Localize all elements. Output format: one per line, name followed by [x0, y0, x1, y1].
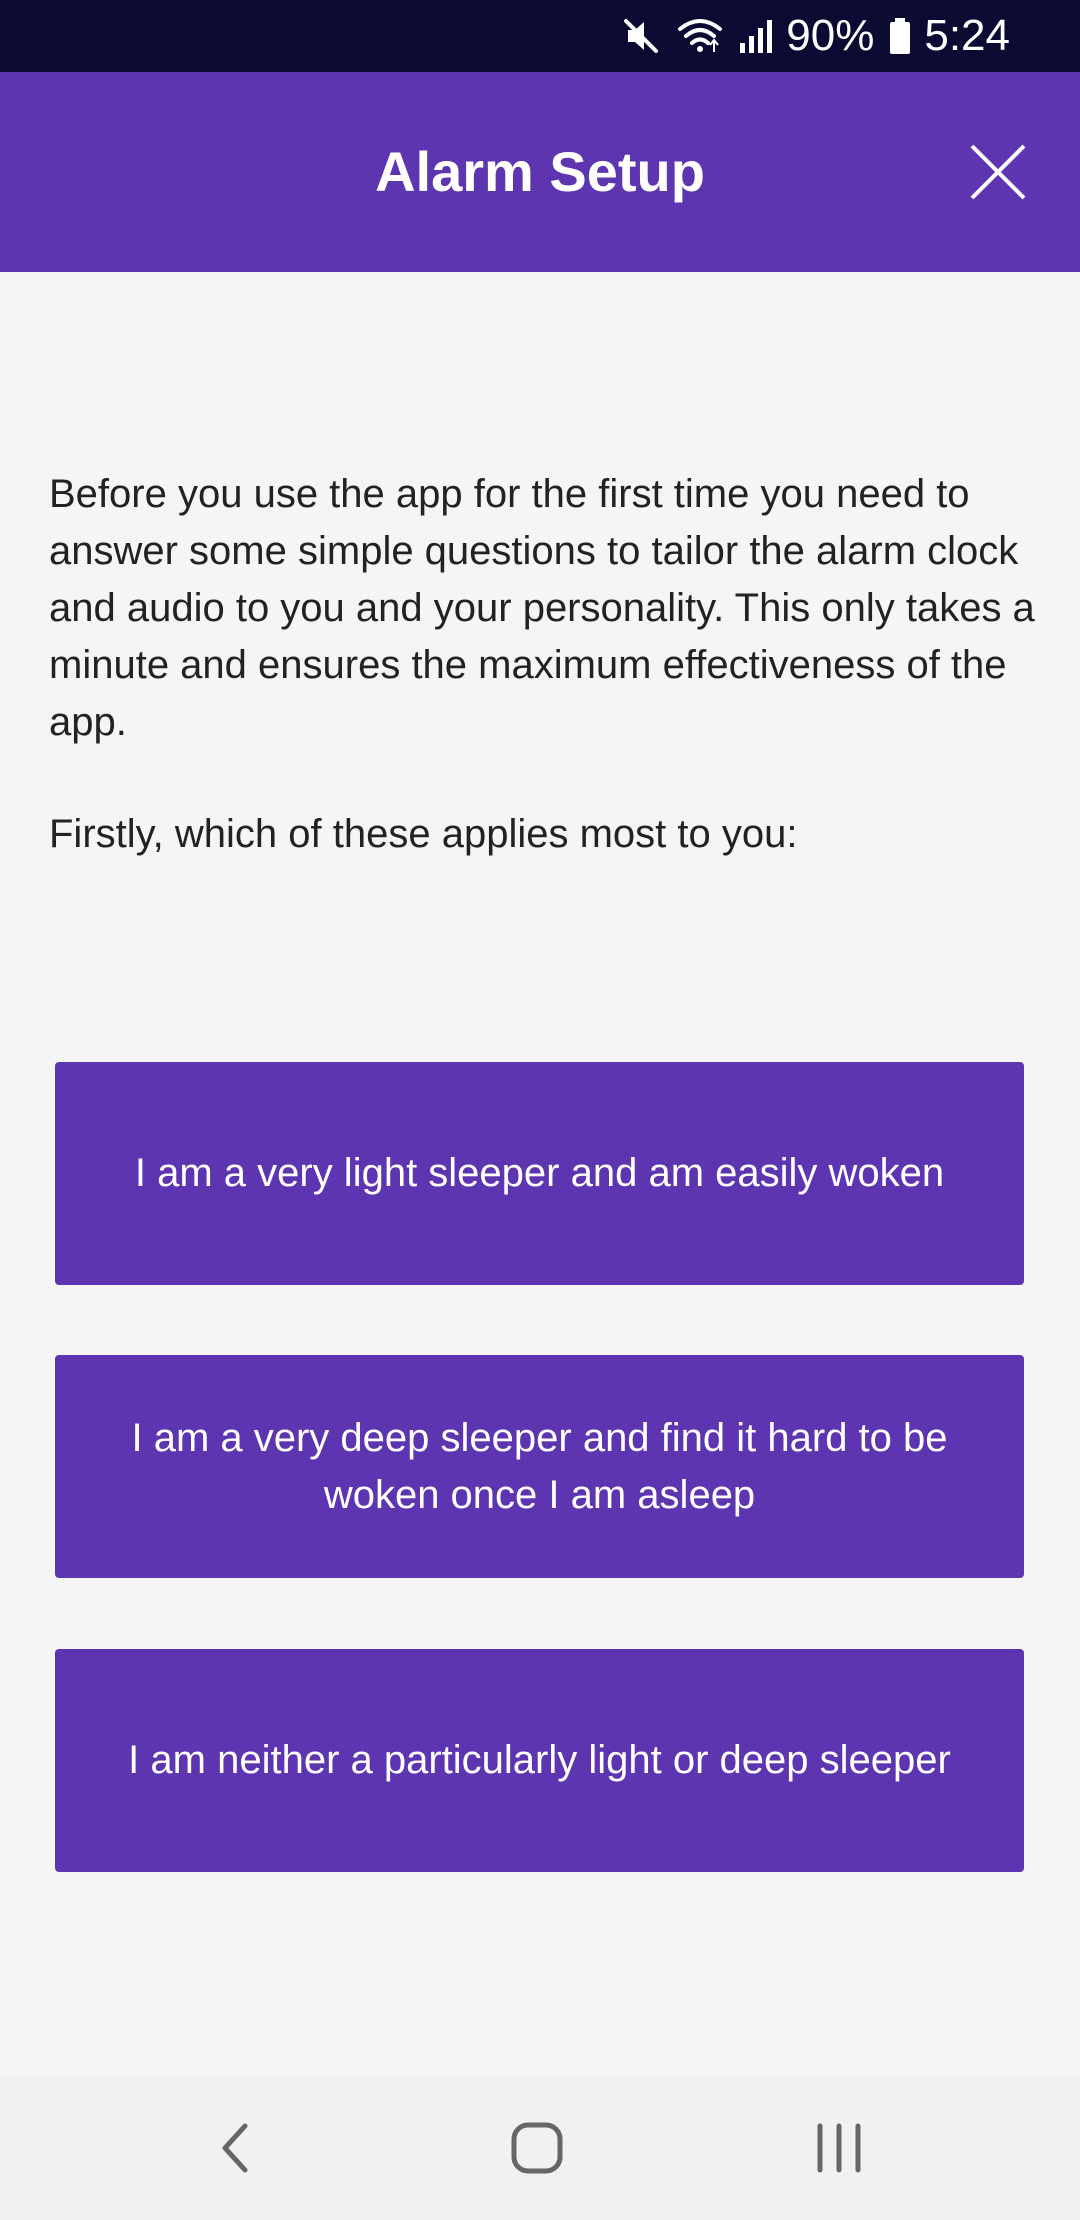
wifi-icon [676, 15, 724, 57]
signal-icon [738, 15, 774, 57]
intro-text: Before you use the app for the first tim… [49, 472, 1035, 744]
mute-icon [620, 15, 662, 57]
recents-button[interactable] [779, 2076, 899, 2220]
option-light-sleeper-button[interactable]: I am a very light sleeper and am easily … [55, 1062, 1024, 1285]
app-bar: Alarm Setup [0, 72, 1080, 272]
question-text: Firstly, which of these applies most to … [49, 812, 798, 856]
battery-icon [888, 15, 912, 57]
recents-icon [817, 2123, 861, 2173]
back-button[interactable] [175, 2076, 295, 2220]
status-time: 5:24 [924, 11, 1010, 60]
home-button[interactable] [477, 2076, 597, 2220]
option-neither-sleeper-button[interactable]: I am neither a particularly light or dee… [55, 1649, 1024, 1872]
close-button[interactable] [956, 130, 1040, 214]
option-deep-sleeper-button[interactable]: I am a very deep sleeper and find it har… [55, 1355, 1024, 1578]
battery-percent: 90% [786, 11, 875, 60]
home-icon [511, 2122, 563, 2174]
status-bar: 90% 5:24 [0, 0, 1080, 72]
page-title: Alarm Setup [375, 140, 705, 203]
close-icon [970, 144, 1026, 200]
back-icon [222, 2123, 248, 2173]
navigation-bar [0, 2076, 1080, 2220]
